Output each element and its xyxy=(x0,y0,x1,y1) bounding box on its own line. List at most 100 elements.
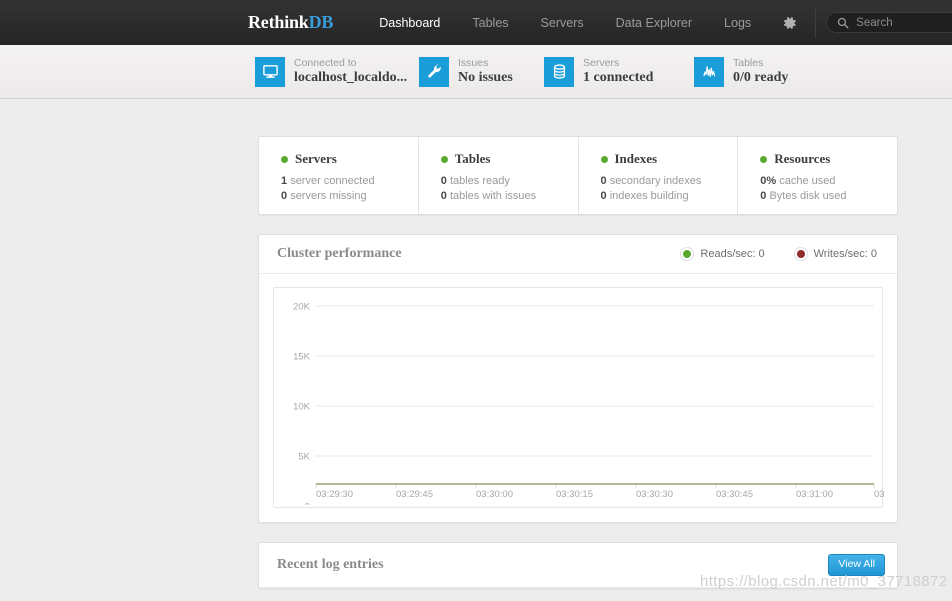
status-servers: Servers 1 connected xyxy=(544,56,684,87)
summary-number: 0 xyxy=(600,190,607,202)
legend-dot-icon xyxy=(681,248,694,260)
status-value: No issues xyxy=(458,69,513,85)
cluster-performance-header: Cluster performance Reads/sec: 0 Writes/… xyxy=(259,235,897,274)
status-label: Tables xyxy=(733,56,764,69)
summary-text: cache used xyxy=(779,175,836,187)
panel-title: Recent log entries xyxy=(277,557,384,572)
logo-text-primary: Rethink xyxy=(248,12,309,32)
summary-text: tables ready xyxy=(449,175,510,187)
summary-number: 0 xyxy=(440,190,447,202)
summary-line: 0% cache used xyxy=(760,174,897,189)
y-tick-label: 20K xyxy=(293,302,311,313)
y-tick-label: 5K xyxy=(298,452,310,463)
summary-number: 1 xyxy=(281,175,288,187)
database-icon xyxy=(544,56,574,87)
top-navbar: RethinkDB Dashboard Tables Servers Data … xyxy=(0,0,952,45)
summary-line: 0 tables ready xyxy=(441,174,578,189)
y-tick-label: 10K xyxy=(293,402,311,413)
summary-text: secondary indexes xyxy=(609,175,702,187)
wrench-icon xyxy=(419,56,449,87)
cluster-status-bar: Connected to localhost_localdo... Issues… xyxy=(0,45,952,99)
x-tick-label: 03:30:45 xyxy=(716,489,753,500)
legend-item-reads[interactable]: Reads/sec: 0 xyxy=(681,248,765,260)
y-tick-label: 15K xyxy=(293,352,311,363)
nav-item-tables[interactable]: Tables xyxy=(456,10,524,36)
x-tick-label: 03:30:00 xyxy=(476,489,513,500)
x-tick-label: 03:31:00 xyxy=(796,489,833,500)
summary-text: Bytes disk used xyxy=(769,190,847,202)
summary-cell-indexes: Indexes 0 secondary indexes 0 indexes bu… xyxy=(579,137,739,214)
summary-number: 0 xyxy=(600,175,607,187)
summary-title: Servers xyxy=(295,151,337,166)
x-axis-labels: 03:29:30 03:29:45 03:30:00 03:30:15 03:3… xyxy=(316,489,884,500)
navbar-divider xyxy=(815,7,817,38)
view-all-button[interactable]: View All xyxy=(828,554,885,576)
summary-line: 0 servers missing xyxy=(281,189,418,204)
summary-title: Resources xyxy=(774,151,831,166)
summary-line: 1 server connected xyxy=(281,174,418,189)
main-nav: Dashboard Tables Servers Data Explorer L… xyxy=(363,7,952,38)
nav-item-data-explorer[interactable]: Data Explorer xyxy=(600,10,708,36)
x-tick-label: 03:31:15 xyxy=(874,489,884,500)
summary-title: Tables xyxy=(454,151,491,166)
summary-number: 0 xyxy=(281,190,288,202)
status-value: 0/0 ready xyxy=(733,69,789,85)
summary-text: servers missing xyxy=(290,190,367,202)
summary-line: 0 tables with issues xyxy=(441,189,578,204)
legend-label: Reads/sec: 0 xyxy=(700,248,765,260)
search-input[interactable] xyxy=(856,16,952,29)
logo-text-accent: DB xyxy=(308,12,334,32)
summary-text: server connected xyxy=(290,175,375,187)
legend-dot-icon xyxy=(794,248,807,260)
x-tick-label: 03:30:15 xyxy=(556,489,593,500)
summary-text: tables with issues xyxy=(449,190,537,202)
summary-title: Indexes xyxy=(614,151,658,166)
page-body: Servers 1 server connected 0 servers mis… xyxy=(0,99,952,601)
summary-text: indexes building xyxy=(609,190,689,202)
status-tables: Tables 0/0 ready xyxy=(694,56,789,87)
app-logo[interactable]: RethinkDB xyxy=(248,12,333,33)
cluster-summary-card: Servers 1 server connected 0 servers mis… xyxy=(258,136,898,215)
chart-svg: 20K 15K 10K 5K 0 xyxy=(293,302,875,505)
status-label: Servers xyxy=(583,56,620,69)
status-dot-icon xyxy=(440,155,448,163)
panel-title: Cluster performance xyxy=(277,246,402,261)
cluster-performance-card: Cluster performance Reads/sec: 0 Writes/… xyxy=(258,234,898,523)
status-label: Issues xyxy=(458,56,489,69)
status-label: Connected to xyxy=(294,56,357,69)
summary-line: 0 indexes building xyxy=(601,189,738,204)
status-dot-icon xyxy=(600,155,608,163)
recent-log-header: Recent log entries View All xyxy=(259,543,897,588)
summary-cell-tables: Tables 0 tables ready 0 tables with issu… xyxy=(419,137,579,214)
summary-number: 0 xyxy=(760,190,767,202)
monitor-icon xyxy=(255,56,285,87)
summary-line: 0 secondary indexes xyxy=(601,174,738,189)
summary-line: 0 Bytes disk used xyxy=(760,189,897,204)
performance-chart[interactable]: 20K 15K 10K 5K 03:29:30 03:29:45 03:30:0… xyxy=(273,287,884,508)
chart-spike-icon xyxy=(694,56,724,87)
nav-item-servers[interactable]: Servers xyxy=(525,10,600,36)
chart-wrapper: 20K 15K 10K 5K 03:29:30 03:29:45 03:30:0… xyxy=(259,274,897,522)
content-column: Servers 1 server connected 0 servers mis… xyxy=(258,99,898,589)
summary-cell-servers: Servers 1 server connected 0 servers mis… xyxy=(259,137,419,214)
nav-item-logs[interactable]: Logs xyxy=(708,10,767,36)
recent-log-entries-card: Recent log entries View All xyxy=(258,542,898,589)
summary-number: 0 xyxy=(440,175,447,187)
settings-button[interactable] xyxy=(767,12,811,34)
nav-item-dashboard[interactable]: Dashboard xyxy=(363,10,456,36)
x-tick-label: 03:29:45 xyxy=(396,489,433,500)
status-connected-to: Connected to localhost_localdo... xyxy=(255,56,408,87)
gear-icon xyxy=(784,16,796,29)
status-dot-icon xyxy=(760,155,768,163)
status-value: localhost_localdo... xyxy=(294,69,408,85)
legend-item-writes[interactable]: Writes/sec: 0 xyxy=(794,248,877,260)
search-box[interactable] xyxy=(826,12,952,33)
y-axis-gridlines xyxy=(316,305,874,457)
legend-label: Writes/sec: 0 xyxy=(813,248,877,260)
status-dot-icon xyxy=(281,155,288,163)
search-icon xyxy=(837,17,849,29)
x-tick-label: 03:30:30 xyxy=(636,489,673,500)
summary-number: 0% xyxy=(760,175,777,187)
x-tick-label: 03:29:30 xyxy=(316,489,353,500)
chart-legend: Reads/sec: 0 Writes/sec: 0 xyxy=(681,248,877,260)
